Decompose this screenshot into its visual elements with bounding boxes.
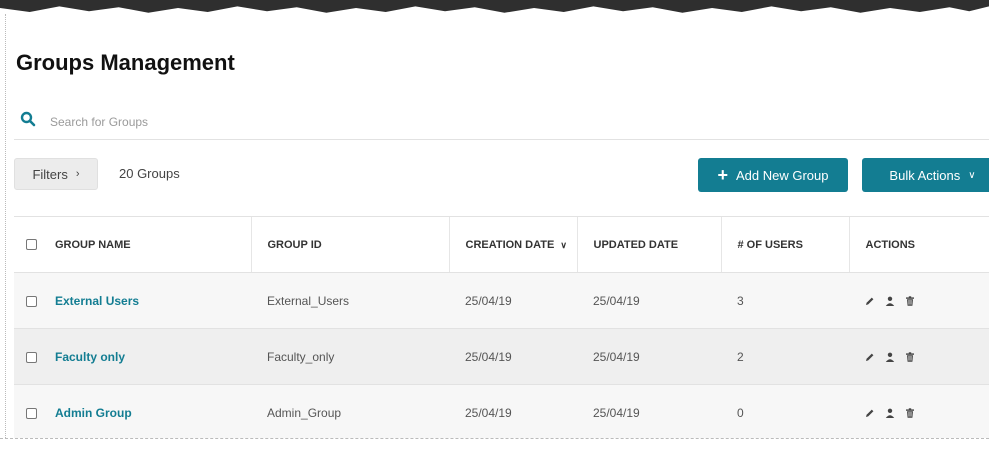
actions-cell <box>849 272 989 329</box>
bulk-actions-button[interactable]: Bulk Actions ∨ <box>862 158 989 192</box>
column-header-creation-date[interactable]: CREATION DATE ∨ <box>448 216 577 273</box>
group-name-link[interactable]: Faculty only <box>55 350 125 364</box>
trash-icon[interactable] <box>905 351 915 362</box>
search-input[interactable] <box>50 114 450 129</box>
column-header-actions: ACTIONS <box>848 216 989 273</box>
group-name-link[interactable]: External Users <box>55 294 139 308</box>
user-icon[interactable] <box>885 408 895 418</box>
table-row: Admin Group Admin_Group 25/04/19 25/04/1… <box>14 384 989 441</box>
group-id-cell: Admin_Group <box>251 384 449 441</box>
table-row: External Users External_Users 25/04/19 2… <box>14 272 989 329</box>
pencil-icon[interactable] <box>865 296 875 306</box>
updated-date-cell: 25/04/19 <box>577 384 721 441</box>
page-title: Groups Management <box>16 50 235 75</box>
users-count-cell: 0 <box>721 384 849 441</box>
chevron-down-icon: ∨ <box>968 169 976 181</box>
search-icon[interactable] <box>14 111 50 132</box>
groups-table: GROUP NAME GROUP ID CREATION DATE ∨ UPDAT… <box>14 216 989 441</box>
group-name-cell: Faculty only <box>14 328 251 385</box>
creation-date-cell: 25/04/19 <box>449 272 577 329</box>
user-icon[interactable] <box>885 296 895 306</box>
column-header-users[interactable]: # OF USERS <box>720 216 849 273</box>
users-count-cell: 2 <box>721 328 849 385</box>
updated-date-cell: 25/04/19 <box>577 328 721 385</box>
add-new-group-button[interactable]: + Add New Group <box>698 158 848 192</box>
actions-cell <box>849 328 989 385</box>
updated-date-cell: 25/04/19 <box>577 272 721 329</box>
select-all-checkbox[interactable] <box>26 239 37 251</box>
filters-button[interactable]: Filters › <box>14 158 98 190</box>
table-row: Faculty only Faculty_only 25/04/19 25/04… <box>14 328 989 385</box>
group-name-cell: External Users <box>14 272 251 329</box>
pencil-icon[interactable] <box>865 408 875 418</box>
screenshot-torn-top-edge <box>0 0 989 13</box>
screenshot-torn-left-edge <box>0 14 6 438</box>
creation-date-cell: 25/04/19 <box>449 384 577 441</box>
plus-icon: + <box>717 165 728 185</box>
group-id-cell: External_Users <box>251 272 449 329</box>
group-name-link[interactable]: Admin Group <box>55 406 132 420</box>
pencil-icon[interactable] <box>865 352 875 362</box>
user-icon[interactable] <box>885 352 895 362</box>
screenshot-torn-bottom-edge <box>0 438 989 452</box>
users-count-cell: 3 <box>721 272 849 329</box>
column-header-group-id[interactable]: GROUP ID <box>250 216 449 273</box>
trash-icon[interactable] <box>905 407 915 418</box>
add-new-group-label: Add New Group <box>736 167 829 183</box>
group-count: 20 Groups <box>119 166 180 181</box>
search-bar <box>14 104 989 140</box>
filters-label: Filters <box>32 166 68 182</box>
toolbar: Filters › 20 Groups + Add New Group Bulk… <box>14 158 989 192</box>
column-header-group-name[interactable]: GROUP NAME <box>14 216 251 273</box>
trash-icon[interactable] <box>905 295 915 306</box>
group-id-cell: Faculty_only <box>251 328 449 385</box>
group-name-cell: Admin Group <box>14 384 251 441</box>
bulk-actions-label: Bulk Actions <box>889 167 961 183</box>
actions-cell <box>849 384 989 441</box>
row-checkbox[interactable] <box>26 351 37 363</box>
creation-date-cell: 25/04/19 <box>449 328 577 385</box>
table-header-row: GROUP NAME GROUP ID CREATION DATE ∨ UPDAT… <box>14 216 989 273</box>
column-header-updated-date[interactable]: UPDATED DATE <box>576 216 721 273</box>
row-checkbox[interactable] <box>26 407 37 419</box>
sort-chevron-down-icon[interactable]: ∨ <box>560 240 567 250</box>
row-checkbox[interactable] <box>26 295 37 307</box>
chevron-right-icon: › <box>75 168 80 180</box>
